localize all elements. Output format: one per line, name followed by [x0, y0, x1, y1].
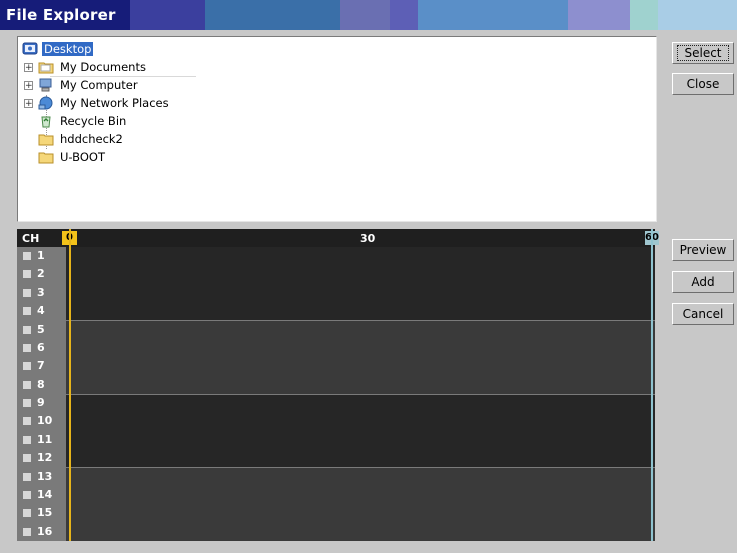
expand-icon[interactable]: +: [24, 62, 33, 72]
channel-checkbox[interactable]: [23, 527, 31, 536]
folder-icon: [38, 132, 54, 146]
channel-row: 2: [17, 265, 655, 284]
channel-cell[interactable]: 2: [17, 265, 66, 284]
channel-cell[interactable]: 4: [17, 302, 66, 321]
tree-item-desktop[interactable]: Desktop: [22, 40, 94, 58]
channel-number: 7: [37, 359, 45, 373]
channel-number: 12: [37, 451, 53, 465]
network-icon: [38, 96, 54, 110]
channel-rows: 1 2 3 4 5 6 7 8 9 10 11 12 13 14 15 16: [17, 247, 655, 541]
channel-cell[interactable]: 10: [17, 412, 66, 431]
channel-cell[interactable]: 6: [17, 338, 66, 358]
desktop-icon: [22, 42, 38, 56]
channel-number: 5: [37, 322, 45, 336]
channel-checkbox[interactable]: [23, 252, 31, 260]
tree-item-u-boot[interactable]: U-BOOT: [24, 148, 107, 166]
mid-marker: 30: [360, 232, 376, 245]
channel-checkbox[interactable]: [23, 380, 31, 389]
channel-cell[interactable]: 13: [17, 467, 66, 486]
channel-checkbox[interactable]: [23, 325, 31, 334]
close-button[interactable]: Close: [672, 73, 734, 95]
channel-checkbox[interactable]: [23, 472, 31, 481]
select-button[interactable]: Select: [672, 42, 734, 64]
channel-checkbox[interactable]: [23, 417, 31, 426]
channel-number: 16: [37, 524, 53, 538]
tree-item-hddcheck2[interactable]: hddcheck2: [24, 130, 125, 148]
channel-number: 8: [37, 377, 45, 391]
channel-checkbox[interactable]: [23, 343, 31, 352]
channel-row: 16: [17, 522, 655, 541]
channel-number: 9: [37, 396, 45, 409]
channel-row: 10: [17, 412, 655, 431]
channel-number: 11: [37, 432, 53, 446]
channel-checkbox[interactable]: [23, 454, 31, 463]
channel-checkbox[interactable]: [23, 435, 31, 444]
channel-cell[interactable]: 14: [17, 485, 66, 505]
cancel-button[interactable]: Cancel: [672, 303, 734, 325]
folder-icon: [38, 150, 54, 164]
channel-cell[interactable]: 7: [17, 357, 66, 376]
tree-item-my-network-places[interactable]: + My Network Places: [24, 94, 171, 112]
window-title: File Explorer: [6, 6, 116, 24]
expand-icon[interactable]: +: [24, 80, 33, 90]
timeline-header: CH 0 30 60: [17, 229, 659, 247]
channel-row: 13: [17, 467, 655, 486]
title-bar: File Explorer: [0, 0, 737, 30]
channel-timeline[interactable]: CH 0 30 60 12345678910111213141516: [17, 229, 659, 541]
channel-cell[interactable]: 1: [17, 247, 66, 266]
channel-row: 7: [17, 357, 655, 376]
channel-cell[interactable]: 9: [17, 394, 66, 413]
channel-column-header: CH: [22, 232, 40, 245]
channel-checkbox[interactable]: [23, 362, 31, 371]
channel-row: 15: [17, 504, 655, 523]
channel-cell[interactable]: 5: [17, 320, 66, 339]
recycle-bin-icon: [38, 114, 54, 128]
channel-cell[interactable]: 12: [17, 449, 66, 468]
channel-number: 3: [37, 285, 45, 299]
preview-button[interactable]: Preview: [672, 239, 734, 261]
channel-row: 9: [17, 394, 655, 413]
channel-number: 2: [37, 267, 45, 281]
channel-number: 13: [37, 469, 53, 483]
folder-icon: [38, 60, 54, 74]
channel-number: 15: [37, 506, 53, 520]
channel-row: 12: [17, 449, 655, 468]
channel-cell[interactable]: 8: [17, 375, 66, 394]
computer-icon: [38, 78, 54, 92]
channel-checkbox[interactable]: [23, 399, 31, 407]
channel-number: 4: [37, 304, 45, 318]
end-cursor[interactable]: [651, 229, 653, 541]
start-cursor[interactable]: [69, 229, 71, 541]
channel-number: 10: [37, 414, 53, 428]
channel-checkbox[interactable]: [23, 307, 31, 316]
channel-number: 6: [37, 340, 45, 354]
channel-checkbox[interactable]: [23, 270, 31, 279]
tree-item-my-computer[interactable]: + My Computer: [24, 76, 140, 94]
channel-row: 5: [17, 320, 655, 339]
channel-cell[interactable]: 3: [17, 283, 66, 303]
channel-checkbox[interactable]: [23, 288, 31, 297]
tree-item-recycle-bin[interactable]: Recycle Bin: [24, 112, 128, 130]
add-button[interactable]: Add: [672, 271, 734, 293]
channel-row: 14: [17, 485, 655, 505]
channel-row: 6: [17, 338, 655, 358]
channel-row: 1: [17, 247, 655, 266]
channel-checkbox[interactable]: [23, 490, 31, 499]
channel-cell[interactable]: 11: [17, 430, 66, 450]
channel-row: 11: [17, 430, 655, 450]
folder-tree[interactable]: Desktop + My Documents + My Computer + M…: [17, 36, 657, 222]
channel-cell[interactable]: 16: [17, 522, 66, 541]
channel-number: 14: [37, 487, 53, 501]
channel-row: 8: [17, 375, 655, 394]
expand-icon[interactable]: +: [24, 98, 33, 108]
channel-checkbox[interactable]: [23, 509, 31, 518]
channel-number: 1: [37, 249, 45, 262]
channel-row: 4: [17, 302, 655, 321]
tree-item-my-documents[interactable]: + My Documents: [24, 58, 148, 76]
channel-cell[interactable]: 15: [17, 504, 66, 523]
channel-row: 3: [17, 283, 655, 303]
